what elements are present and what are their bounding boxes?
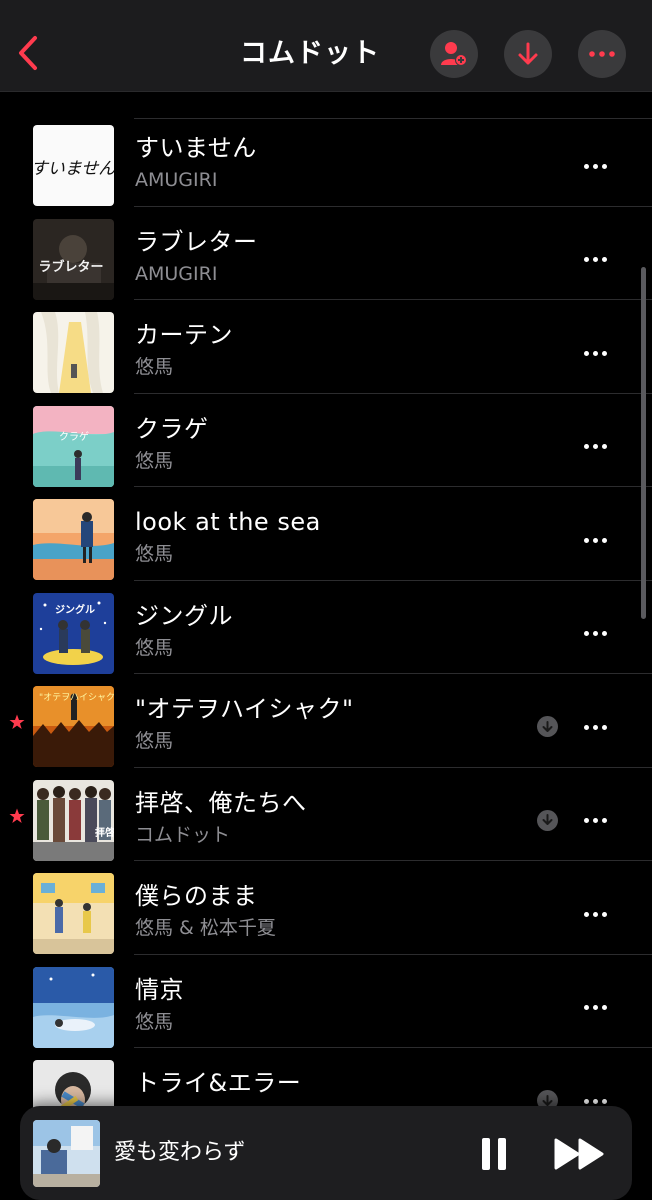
album-art: "オテヲハイシャク" — [33, 686, 114, 767]
more-options-button[interactable] — [578, 30, 626, 78]
scrollbar[interactable] — [641, 267, 646, 619]
song-artist: 悠馬 — [135, 636, 174, 659]
back-button[interactable] — [10, 30, 46, 76]
song-artist: 悠馬 — [135, 356, 174, 378]
album-art: 拝啓 — [33, 779, 114, 861]
song-row[interactable]: look at the sea 悠馬 — [0, 486, 652, 581]
album-art-text: ジングル — [55, 603, 95, 616]
song-artist: 悠馬 — [135, 449, 174, 472]
svg-text:拝啓: 拝啓 — [95, 826, 114, 839]
album-art-text: すいません — [33, 159, 114, 179]
song-title: 情京 — [135, 975, 184, 1004]
song-row[interactable]: カーテン 悠馬 — [0, 299, 652, 394]
song-title: 拝啓、俺たちへ — [135, 788, 307, 817]
album-art: クラゲ — [33, 405, 114, 487]
album-art — [33, 966, 114, 1048]
song-more-button[interactable] — [572, 524, 618, 556]
song-more-button[interactable] — [572, 337, 618, 369]
song-artist: 悠馬 & 松本千夏 — [135, 917, 276, 939]
arrow-down-icon — [542, 720, 553, 732]
song-artist: 悠馬 — [135, 1010, 174, 1033]
song-list[interactable]: すいません すいません AMUGIRI ラブレター ラブレター AMUGIRI — [0, 92, 652, 1200]
song-more-button[interactable] — [572, 898, 618, 930]
pause-icon — [482, 1138, 506, 1170]
song-more-button[interactable] — [572, 431, 618, 463]
fast-forward-button[interactable] — [552, 1132, 608, 1176]
downloaded-badge — [537, 716, 558, 737]
song-more-button[interactable] — [572, 992, 618, 1024]
song-row[interactable]: クラゲ クラゲ 悠馬 — [0, 393, 652, 487]
download-button[interactable] — [504, 30, 552, 78]
song-artist: コムドット — [135, 823, 231, 846]
star-icon — [9, 808, 25, 823]
now-playing-title: 愛も変わらず — [114, 1140, 246, 1165]
arrow-down-icon — [542, 1094, 553, 1106]
album-art — [33, 312, 114, 393]
arrow-down-icon — [542, 814, 553, 825]
arrow-down-icon — [518, 42, 538, 65]
pause-button[interactable] — [474, 1132, 514, 1176]
song-title: クラゲ — [135, 414, 209, 443]
song-title: トライ&エラー — [135, 1069, 302, 1097]
album-art: すいません — [33, 125, 114, 206]
song-artist: AMUGIRI — [135, 262, 218, 285]
album-art: ジングル — [33, 592, 114, 674]
song-more-button[interactable] — [572, 805, 618, 837]
album-art — [33, 873, 114, 954]
star-icon — [9, 714, 25, 729]
song-artist: AMUGIRI — [135, 169, 218, 191]
song-title: 僕らのまま — [135, 882, 258, 910]
nav-header: コムドット — [0, 0, 652, 92]
ellipsis-icon — [589, 51, 615, 57]
song-artist: 悠馬 — [135, 543, 174, 565]
song-title: ジングル — [135, 601, 233, 630]
downloaded-badge — [537, 809, 558, 831]
song-title: look at the sea — [135, 508, 321, 536]
now-playing-art — [33, 1120, 100, 1187]
song-more-button[interactable] — [572, 711, 618, 743]
mini-player[interactable]: 愛も変わらず — [20, 1106, 632, 1200]
person-add-icon — [441, 42, 467, 66]
album-art-text: クラゲ — [59, 431, 89, 443]
song-row[interactable]: 僕らのまま 悠馬 & 松本千夏 — [0, 860, 652, 955]
song-row[interactable]: ジングル ジングル 悠馬 — [0, 580, 652, 674]
song-row[interactable]: 情京 悠馬 — [0, 954, 652, 1048]
song-more-button[interactable] — [572, 150, 618, 182]
svg-text:"オテヲハイシャク": "オテヲハイシャク" — [39, 692, 114, 703]
album-art — [33, 499, 114, 580]
song-title: ラブレター — [135, 227, 258, 256]
song-row[interactable]: 拝啓 拝啓、俺たちへ コムドット — [0, 767, 652, 861]
song-row[interactable]: "オテヲハイシャク" "オテヲハイシャク" 悠馬 — [0, 673, 652, 768]
album-art: ラブレター — [33, 218, 114, 300]
fast-forward-icon — [554, 1138, 604, 1170]
song-row[interactable]: ラブレター ラブレター AMUGIRI — [0, 206, 652, 300]
song-title: すいません — [135, 134, 257, 162]
song-row[interactable]: すいません すいません AMUGIRI — [0, 112, 652, 207]
song-more-button[interactable] — [572, 618, 618, 650]
chevron-left-icon — [19, 36, 37, 70]
song-artist: 悠馬 — [135, 730, 174, 752]
song-title: "オテヲハイシャク" — [135, 695, 354, 723]
page-title: コムドット — [240, 38, 380, 69]
album-art-text: ラブレター — [38, 259, 103, 275]
song-title: カーテン — [135, 321, 233, 349]
song-more-button[interactable] — [572, 244, 618, 276]
add-artist-button[interactable] — [430, 30, 478, 78]
